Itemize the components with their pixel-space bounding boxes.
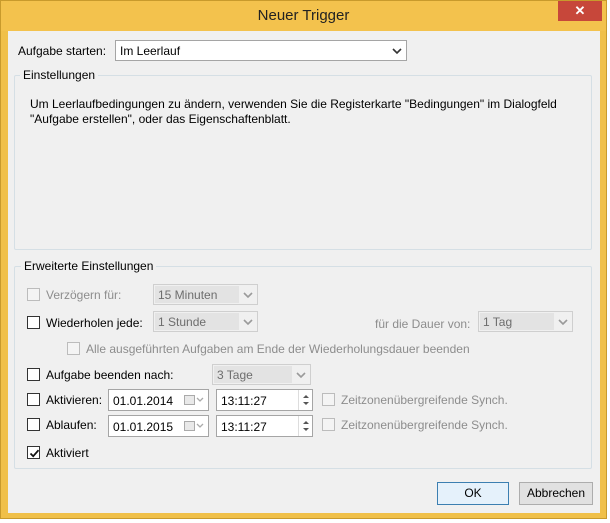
delay-label: Verzögern für: — [46, 288, 122, 302]
expire-checkbox[interactable] — [27, 418, 40, 431]
stop-after-checkbox[interactable] — [27, 368, 40, 381]
repeat-duration-label: für die Dauer von: — [375, 317, 471, 331]
expire-time-spinner[interactable] — [298, 416, 312, 436]
close-icon: ✕ — [574, 3, 586, 18]
enabled-checkbox[interactable] — [27, 446, 40, 459]
advanced-group-title: Erweiterte Einstellungen — [21, 259, 157, 273]
expire-date-value: 01.01.2015 — [113, 420, 174, 434]
cancel-button[interactable]: Abbrechen — [519, 482, 593, 505]
expire-sync-checkbox[interactable] — [322, 418, 335, 431]
close-button[interactable]: ✕ — [558, 1, 602, 21]
chevron-down-icon — [243, 292, 253, 299]
settings-group-title: Einstellungen — [20, 68, 99, 82]
repeat-duration-select[interactable]: 1 Tag — [478, 311, 573, 332]
repeat-duration-value: 1 Tag — [483, 315, 513, 329]
dialog-window: Neuer Trigger ✕ Aufgabe starten: Im Leer… — [0, 0, 607, 519]
calendar-icon — [184, 395, 204, 405]
start-label: Aufgabe starten: — [18, 44, 107, 58]
repeat-label: Wiederholen jede: — [46, 316, 143, 330]
activate-label: Aktivieren: — [46, 393, 103, 407]
activate-date-field[interactable]: 01.01.2014 — [108, 389, 209, 411]
activate-sync-label: Zeitzonenübergreifende Synch. — [341, 393, 508, 407]
repeat-select-value: 1 Stunde — [158, 315, 207, 329]
expire-date-field[interactable]: 01.01.2015 — [108, 415, 209, 437]
spin-arrows-icon — [303, 395, 309, 405]
chevron-down-icon — [392, 48, 402, 55]
stop-after-select[interactable]: 3 Tage — [212, 364, 311, 385]
delay-checkbox[interactable] — [27, 288, 40, 301]
enabled-label: Aktiviert — [46, 446, 89, 460]
activate-sync-checkbox[interactable] — [322, 393, 335, 406]
activate-time-field[interactable]: 13:11:27 — [216, 389, 313, 411]
activate-time-value: 13:11:27 — [221, 394, 267, 408]
spin-arrows-icon — [303, 421, 309, 431]
stop-all-label: Alle ausgeführten Aufgaben am Ende der W… — [86, 342, 470, 356]
title-bar: Neuer Trigger ✕ — [1, 1, 606, 31]
window-title: Neuer Trigger — [257, 7, 350, 24]
start-select[interactable]: Im Leerlauf — [115, 40, 407, 61]
stop-after-label: Aufgabe beenden nach: — [46, 368, 174, 382]
ok-button[interactable]: OK — [437, 482, 509, 505]
chevron-down-icon — [296, 372, 306, 379]
calendar-icon — [184, 421, 204, 431]
activate-date-value: 01.01.2014 — [113, 394, 174, 408]
checkmark-icon — [29, 449, 40, 458]
settings-text-line1: Um Leerlaufbedingungen zu ändern, verwen… — [30, 97, 557, 111]
start-select-value: Im Leerlauf — [120, 44, 181, 58]
chevron-down-icon — [558, 319, 568, 326]
expire-sync-label: Zeitzonenübergreifende Synch. — [341, 418, 508, 432]
repeat-checkbox[interactable] — [27, 316, 40, 329]
activate-time-spinner[interactable] — [298, 390, 312, 410]
chevron-down-icon — [243, 319, 253, 326]
expire-label: Ablaufen: — [46, 418, 97, 432]
activate-checkbox[interactable] — [27, 393, 40, 406]
expire-time-value: 13:11:27 — [221, 420, 267, 434]
delay-select[interactable]: 15 Minuten — [153, 284, 258, 305]
delay-select-value: 15 Minuten — [158, 288, 218, 302]
dialog-client: Aufgabe starten: Im Leerlauf Einstellung… — [8, 31, 600, 513]
stop-after-value: 3 Tage — [217, 368, 253, 382]
repeat-select[interactable]: 1 Stunde — [153, 311, 258, 332]
settings-text-line2: "Aufgabe erstellen", oder das Eigenschaf… — [30, 112, 291, 126]
expire-time-field[interactable]: 13:11:27 — [216, 415, 313, 437]
stop-all-checkbox[interactable] — [67, 342, 80, 355]
